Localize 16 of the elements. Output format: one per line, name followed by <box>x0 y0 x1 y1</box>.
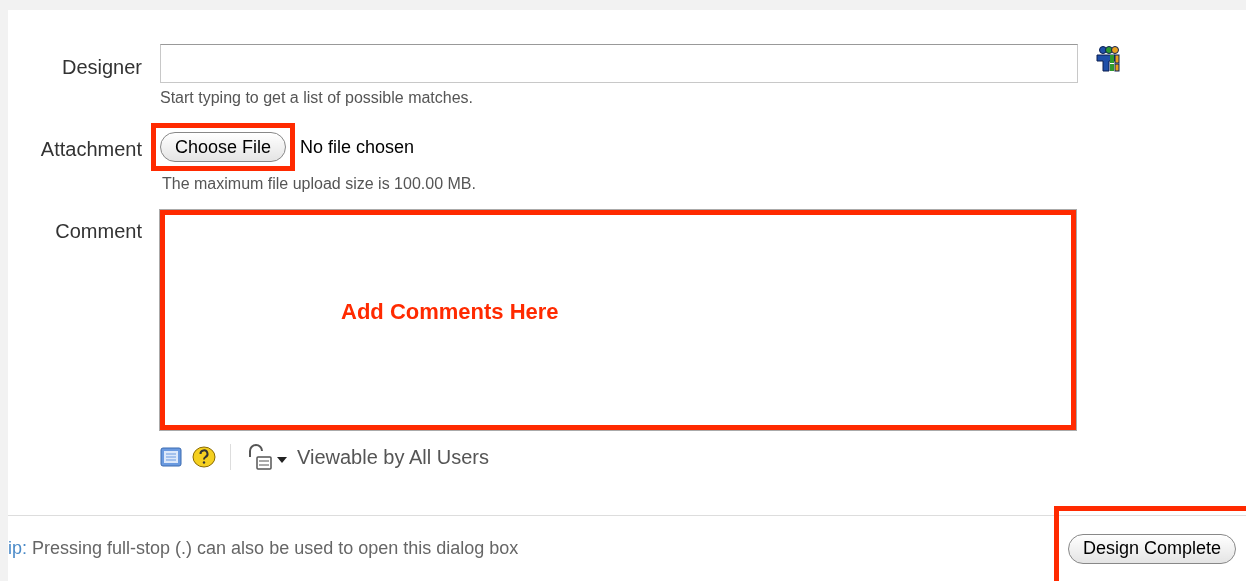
file-status-text: No file chosen <box>300 135 415 159</box>
tip-text: ip: Pressing full-stop (.) can also be used to open this dialog box <box>8 537 519 560</box>
designer-label: Designer <box>61 56 142 78</box>
annotation-text: Add Comments Here <box>341 297 559 326</box>
attachment-label: Attachment <box>40 138 142 160</box>
comment-textarea[interactable]: Add Comments Here <box>160 210 1076 430</box>
visibility-text[interactable]: Viewable by All Users <box>297 442 489 472</box>
choose-file-button[interactable]: Choose File <box>160 132 287 162</box>
hint-text: The maximum file upload size is 100.00 MB. <box>162 174 476 194</box>
design-complete-button[interactable]: Design Complete <box>1067 533 1236 564</box>
people-icon[interactable] <box>1094 45 1122 73</box>
help-icon[interactable] <box>192 446 216 468</box>
document-icon[interactable] <box>160 447 182 467</box>
hint-text: Start typing to get a list of possible matches. <box>160 88 475 108</box>
comment-label: Comment <box>55 220 142 242</box>
designer-input-field[interactable] <box>160 44 1078 83</box>
